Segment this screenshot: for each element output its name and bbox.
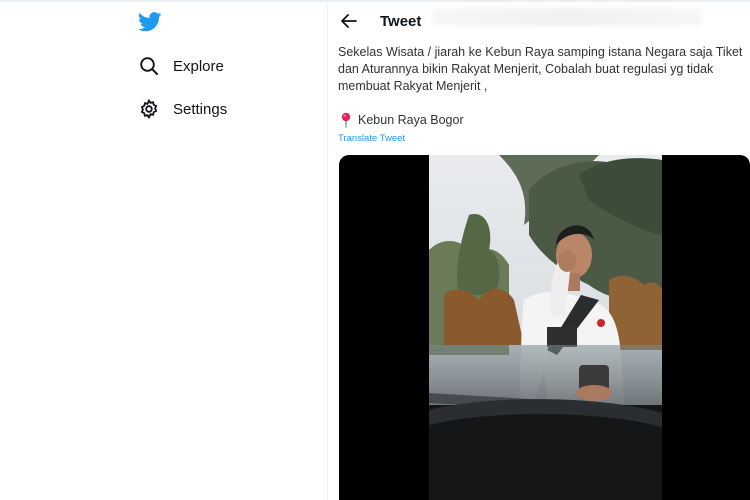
location-label: Kebun Raya Bogor <box>358 113 464 127</box>
tweet-header: Tweet <box>328 0 750 42</box>
twitter-bird-icon[interactable] <box>137 12 162 32</box>
sidebar: Explore Settings <box>0 0 327 500</box>
sidebar-item-explore[interactable]: Explore <box>136 49 224 83</box>
gear-icon <box>136 96 162 122</box>
tweet-media-video[interactable] <box>339 155 750 500</box>
sidebar-item-settings[interactable]: Settings <box>136 92 227 126</box>
hash-search-icon <box>136 53 162 79</box>
page-title: Tweet <box>380 13 422 30</box>
blurred-header-area <box>432 8 702 26</box>
video-still-image <box>429 155 662 500</box>
sidebar-item-label: Explore <box>173 57 224 75</box>
arrow-left-icon[interactable] <box>336 8 362 34</box>
round-pushpin-icon <box>341 112 351 128</box>
video-frame <box>429 155 662 500</box>
tweet-location: Kebun Raya Bogor <box>340 112 464 128</box>
sidebar-item-label: Settings <box>173 100 228 118</box>
tweet-column: Tweet Sekelas Wisata / jiarah ke Kebun R… <box>328 0 750 500</box>
translate-tweet-link[interactable]: Translate Tweet <box>338 133 405 144</box>
tweet-text: Sekelas Wisata / jiarah ke Kebun Raya sa… <box>338 45 743 93</box>
